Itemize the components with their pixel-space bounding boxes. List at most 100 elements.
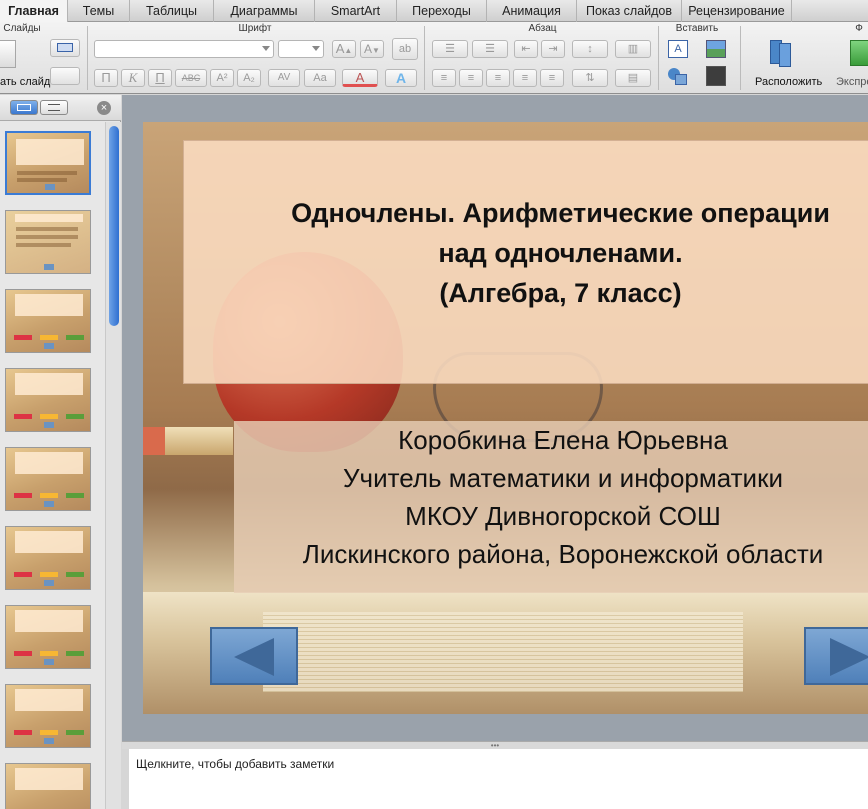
decrease-indent-icon[interactable]: ⇤: [514, 40, 538, 58]
text-box-icon[interactable]: A: [668, 40, 688, 58]
slide-view-icon[interactable]: [10, 100, 38, 115]
tab-animation[interactable]: Анимация: [487, 0, 577, 22]
picture-icon[interactable]: [706, 40, 726, 58]
columns-icon[interactable]: ▥: [615, 40, 651, 58]
group-title-slides: Слайды: [3, 23, 41, 34]
pencil-image: [143, 427, 233, 455]
ribbon-tabs: Главная Темы Таблицы Диаграммы SmartArt …: [0, 0, 868, 23]
new-slide-icon[interactable]: [0, 40, 16, 68]
numbering-icon[interactable]: ☰: [472, 40, 508, 58]
tab-tables[interactable]: Таблицы: [130, 0, 214, 22]
next-slide-button[interactable]: [804, 627, 868, 685]
author-line-3: МКОУ Дивногорской СОШ: [405, 501, 721, 531]
media-icon[interactable]: [706, 66, 726, 86]
layout-icon: [57, 43, 73, 52]
arrange-icon[interactable]: [770, 38, 800, 68]
text-effects-button[interactable]: A: [385, 69, 417, 87]
notes-pane[interactable]: Щелкните, чтобы добавить заметки: [129, 749, 868, 809]
slide-thumbnail-8[interactable]: [5, 684, 91, 748]
author-info: Коробкина Елена Юрьевна Учитель математи…: [234, 421, 868, 573]
underline-button[interactable]: П: [148, 69, 172, 87]
clear-format-icon[interactable]: ab: [392, 38, 418, 60]
ribbon: Слайды Шрифт Абзац Вставить Ф ать слайд …: [0, 22, 868, 94]
author-line-4: Лискинского района, Воронежской области: [302, 539, 824, 569]
section-button[interactable]: [50, 67, 80, 85]
italic-button[interactable]: К: [121, 69, 145, 87]
slide-thumbnail-6[interactable]: [5, 526, 91, 590]
bullets-icon[interactable]: ☰: [432, 40, 468, 58]
font-name-select[interactable]: [94, 40, 274, 58]
tab-themes[interactable]: Темы: [68, 0, 130, 22]
quick-styles-button[interactable]: Экспрес: [836, 76, 868, 88]
slide-title: Одночлены. Арифметические операции над о…: [184, 193, 868, 313]
quick-styles-icon[interactable]: [850, 40, 868, 66]
slide-thumbnail-5[interactable]: [5, 447, 91, 511]
book-pages: [263, 612, 743, 692]
notes-placeholder: Щелкните, чтобы добавить заметки: [136, 757, 335, 771]
author-line-1: Коробкина Елена Юрьевна: [398, 425, 728, 455]
tab-review[interactable]: Рецензирование: [682, 0, 792, 22]
title-line-3: (Алгебра, 7 класс): [439, 278, 682, 308]
notes-splitter[interactable]: •••: [122, 741, 868, 750]
prev-arrow-icon: [234, 638, 274, 676]
panel-toolbar: ×: [0, 95, 121, 121]
arrange-button[interactable]: Расположить: [755, 76, 822, 88]
close-icon[interactable]: ×: [97, 101, 111, 115]
scroll-thumb[interactable]: [109, 126, 119, 326]
slide-thumbnail-7[interactable]: [5, 605, 91, 669]
bold-button[interactable]: П: [94, 69, 118, 87]
change-case-button[interactable]: Aa: [304, 69, 336, 87]
grow-font-button[interactable]: A▲: [332, 40, 356, 58]
subscript-button[interactable]: A₂: [237, 69, 261, 87]
shapes-icon[interactable]: [668, 66, 688, 86]
text-direction-icon[interactable]: ⇅: [572, 69, 608, 87]
slide-canvas[interactable]: Одночлены. Арифметические операции над о…: [143, 122, 868, 714]
slide-thumbnail-1[interactable]: [5, 131, 91, 195]
divider: [658, 26, 659, 90]
font-color-button[interactable]: A: [342, 69, 378, 87]
title-placeholder[interactable]: Одночлены. Арифметические операции над о…: [183, 140, 868, 384]
line-spacing-icon[interactable]: ↕: [572, 40, 608, 58]
tab-smartart[interactable]: SmartArt: [315, 0, 397, 22]
superscript-button[interactable]: A²: [210, 69, 234, 87]
group-title-paragraph: Абзац: [528, 23, 557, 34]
tab-slide-show[interactable]: Показ слайдов: [577, 0, 682, 22]
strikethrough-button[interactable]: ABC: [175, 69, 207, 87]
tab-charts[interactable]: Диаграммы: [214, 0, 315, 22]
thumbnail-scrollbar[interactable]: [105, 122, 121, 809]
outline-view-icon[interactable]: [40, 100, 68, 115]
group-title-insert: Вставить: [675, 23, 719, 34]
font-size-select[interactable]: [278, 40, 324, 58]
prev-slide-button[interactable]: [210, 627, 298, 685]
tab-home[interactable]: Главная: [0, 0, 68, 23]
next-arrow-icon: [830, 638, 868, 676]
author-line-2: Учитель математики и информатики: [343, 463, 783, 493]
shrink-font-button[interactable]: A▼: [360, 40, 384, 58]
align-right-icon[interactable]: ≡: [486, 69, 510, 87]
slide-thumbnail-9[interactable]: [5, 763, 91, 809]
slide-thumbnail-3[interactable]: [5, 289, 91, 353]
distribute-icon[interactable]: ≡: [540, 69, 564, 87]
align-left-icon[interactable]: ≡: [432, 69, 456, 87]
char-spacing-button[interactable]: AV: [268, 69, 300, 87]
thumbnail-list: [0, 122, 105, 809]
divider: [87, 26, 88, 90]
align-center-icon[interactable]: ≡: [459, 69, 483, 87]
tab-transitions[interactable]: Переходы: [397, 0, 487, 22]
divider: [424, 26, 425, 90]
slide-thumbnail-panel: ×: [0, 95, 121, 809]
subtitle-placeholder[interactable]: Коробкина Елена Юрьевна Учитель математи…: [234, 421, 868, 593]
increase-indent-icon[interactable]: ⇥: [541, 40, 565, 58]
title-line-2: над одночленами.: [438, 238, 683, 268]
align-text-icon[interactable]: ▤: [615, 69, 651, 87]
layout-button[interactable]: [50, 39, 80, 57]
new-slide-button[interactable]: ать слайд: [0, 76, 50, 88]
group-title-format: Ф: [855, 23, 863, 34]
slide-thumbnail-4[interactable]: [5, 368, 91, 432]
justify-icon[interactable]: ≡: [513, 69, 537, 87]
slide-thumbnail-2[interactable]: [5, 210, 91, 274]
powerpoint-window: Главная Темы Таблицы Диаграммы SmartArt …: [0, 0, 868, 809]
group-title-font: Шрифт: [238, 23, 272, 34]
divider: [740, 26, 741, 90]
slide-editor: Одночлены. Арифметические операции над о…: [122, 95, 868, 741]
